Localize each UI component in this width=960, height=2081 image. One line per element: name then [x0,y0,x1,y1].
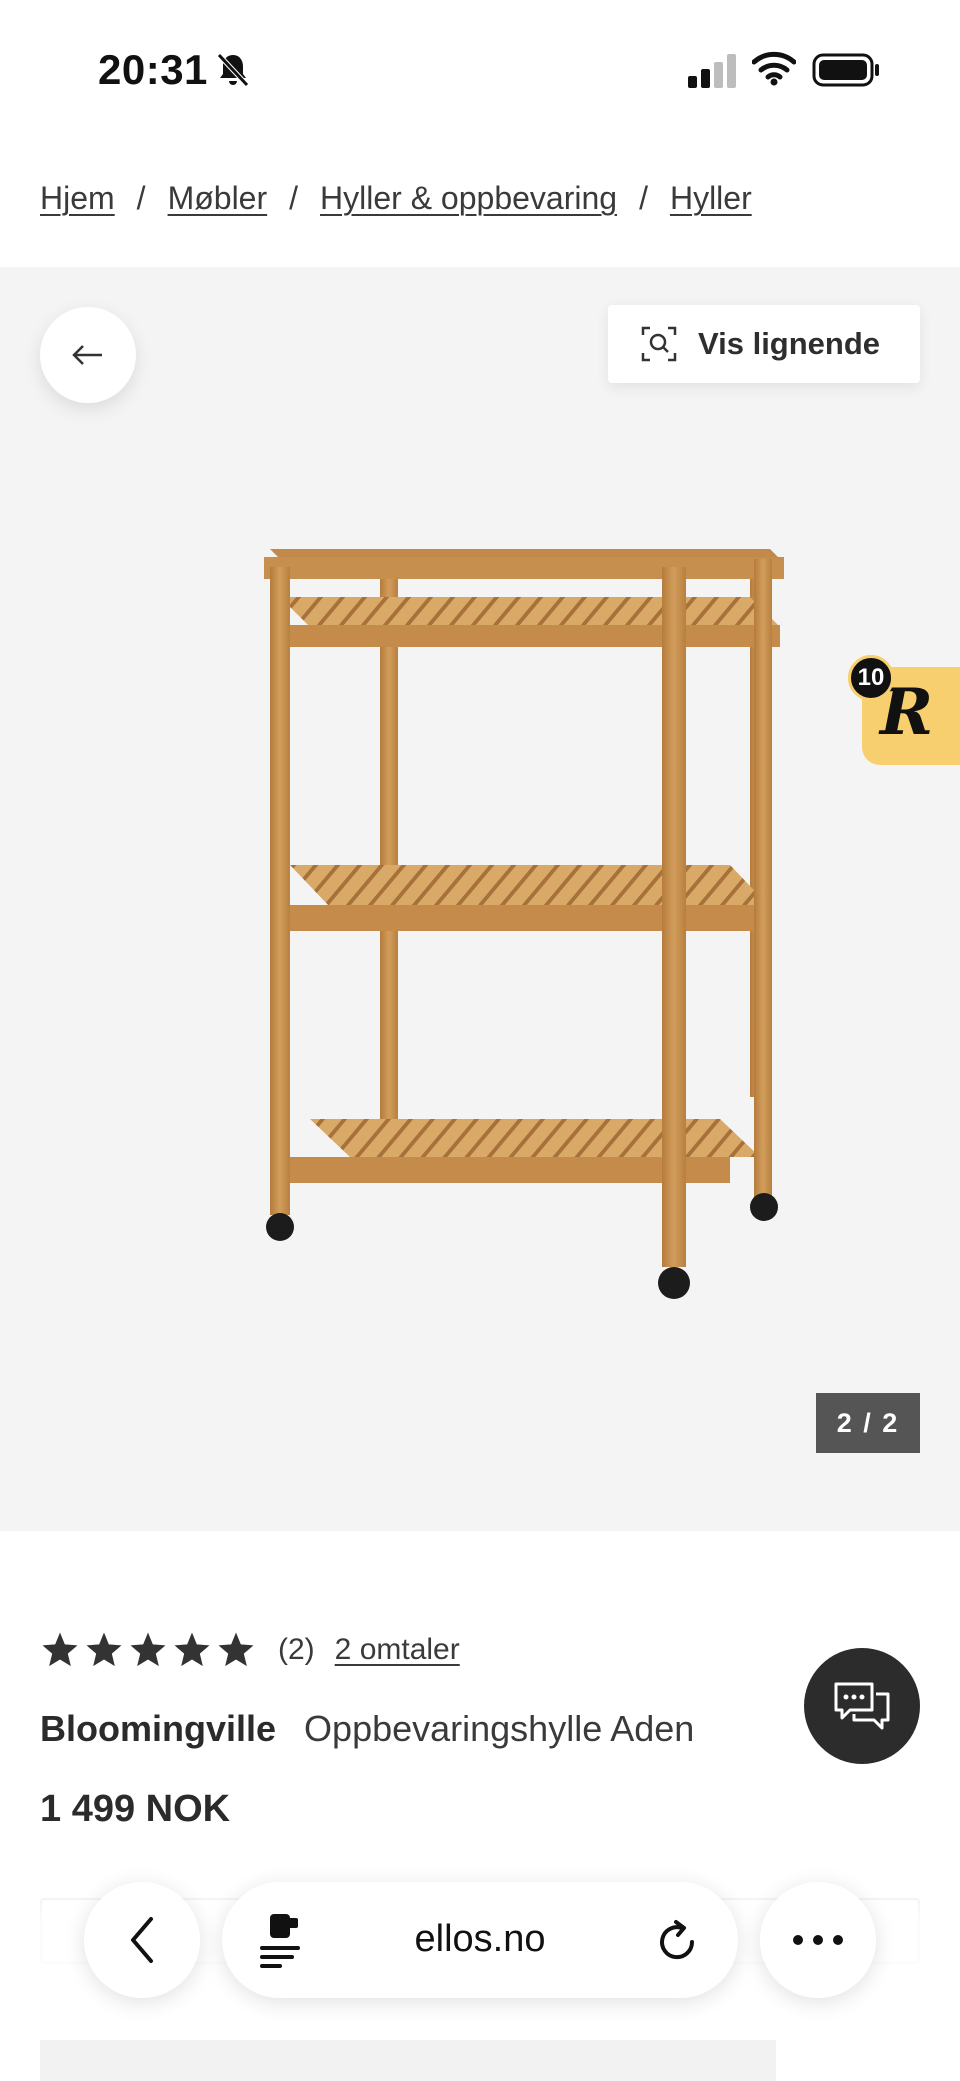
star-icon [130,1632,166,1667]
wifi-icon [752,51,796,86]
product-title: Bloomingville Oppbevaringshylle Aden [40,1708,694,1750]
rating-stars [40,1630,260,1670]
product-gallery[interactable]: Vis lignende 2 / 2 R 10 [0,267,960,1531]
rewards-count-badge: 10 [848,655,894,701]
product-rating: (2) 2 omtaler [40,1630,460,1670]
reviews-link[interactable]: 2 omtaler [335,1633,460,1667]
breadcrumb-link-shelves[interactable]: Hyller [670,180,752,217]
bell-slash-icon [217,53,249,87]
star-icon [86,1632,122,1667]
browser-back-button[interactable] [84,1882,200,1998]
breadcrumb: Hjem / Møbler / Hyller & oppbevaring / H… [40,180,752,217]
battery-icon [812,53,879,87]
star-icon [42,1632,78,1667]
gallery-back-button[interactable] [40,307,136,403]
more-dots-icon [793,1935,843,1945]
product-image[interactable] [250,527,790,1327]
breadcrumb-separator: / [289,180,299,216]
chat-button[interactable] [804,1648,920,1764]
star-icon [174,1632,210,1667]
add-to-cart-area[interactable] [40,2040,776,2081]
image-counter: 2 / 2 [816,1393,920,1453]
reload-icon[interactable] [654,1918,700,1964]
browser-address-bar[interactable]: ellos.no [222,1882,738,1998]
show-similar-label: Vis lignende [698,326,881,361]
star-icon [218,1632,254,1667]
chevron-left-icon [131,1917,153,1963]
status-bar: 20:31 [0,0,960,130]
arrow-left-icon [72,345,102,365]
breadcrumb-link-home[interactable]: Hjem [40,180,115,217]
chat-bubbles-icon [834,1682,890,1730]
status-time: 20:31 [98,46,208,93]
breadcrumb-separator: / [136,180,146,216]
product-brand[interactable]: Bloomingville [40,1708,276,1749]
breadcrumb-link-furniture[interactable]: Møbler [168,180,268,217]
cellular-signal-icon [688,54,736,88]
browser-more-button[interactable] [760,1882,876,1998]
show-similar-button[interactable]: Vis lignende [608,305,920,383]
breadcrumb-separator: / [639,180,648,216]
product-price: 1 499 NOK [40,1788,231,1830]
breadcrumb-link-shelves-storage[interactable]: Hyller & oppbevaring [320,180,617,217]
rating-count: (2) [278,1633,315,1666]
product-name: Oppbevaringshylle Aden [304,1708,695,1749]
visual-search-icon [641,326,677,362]
